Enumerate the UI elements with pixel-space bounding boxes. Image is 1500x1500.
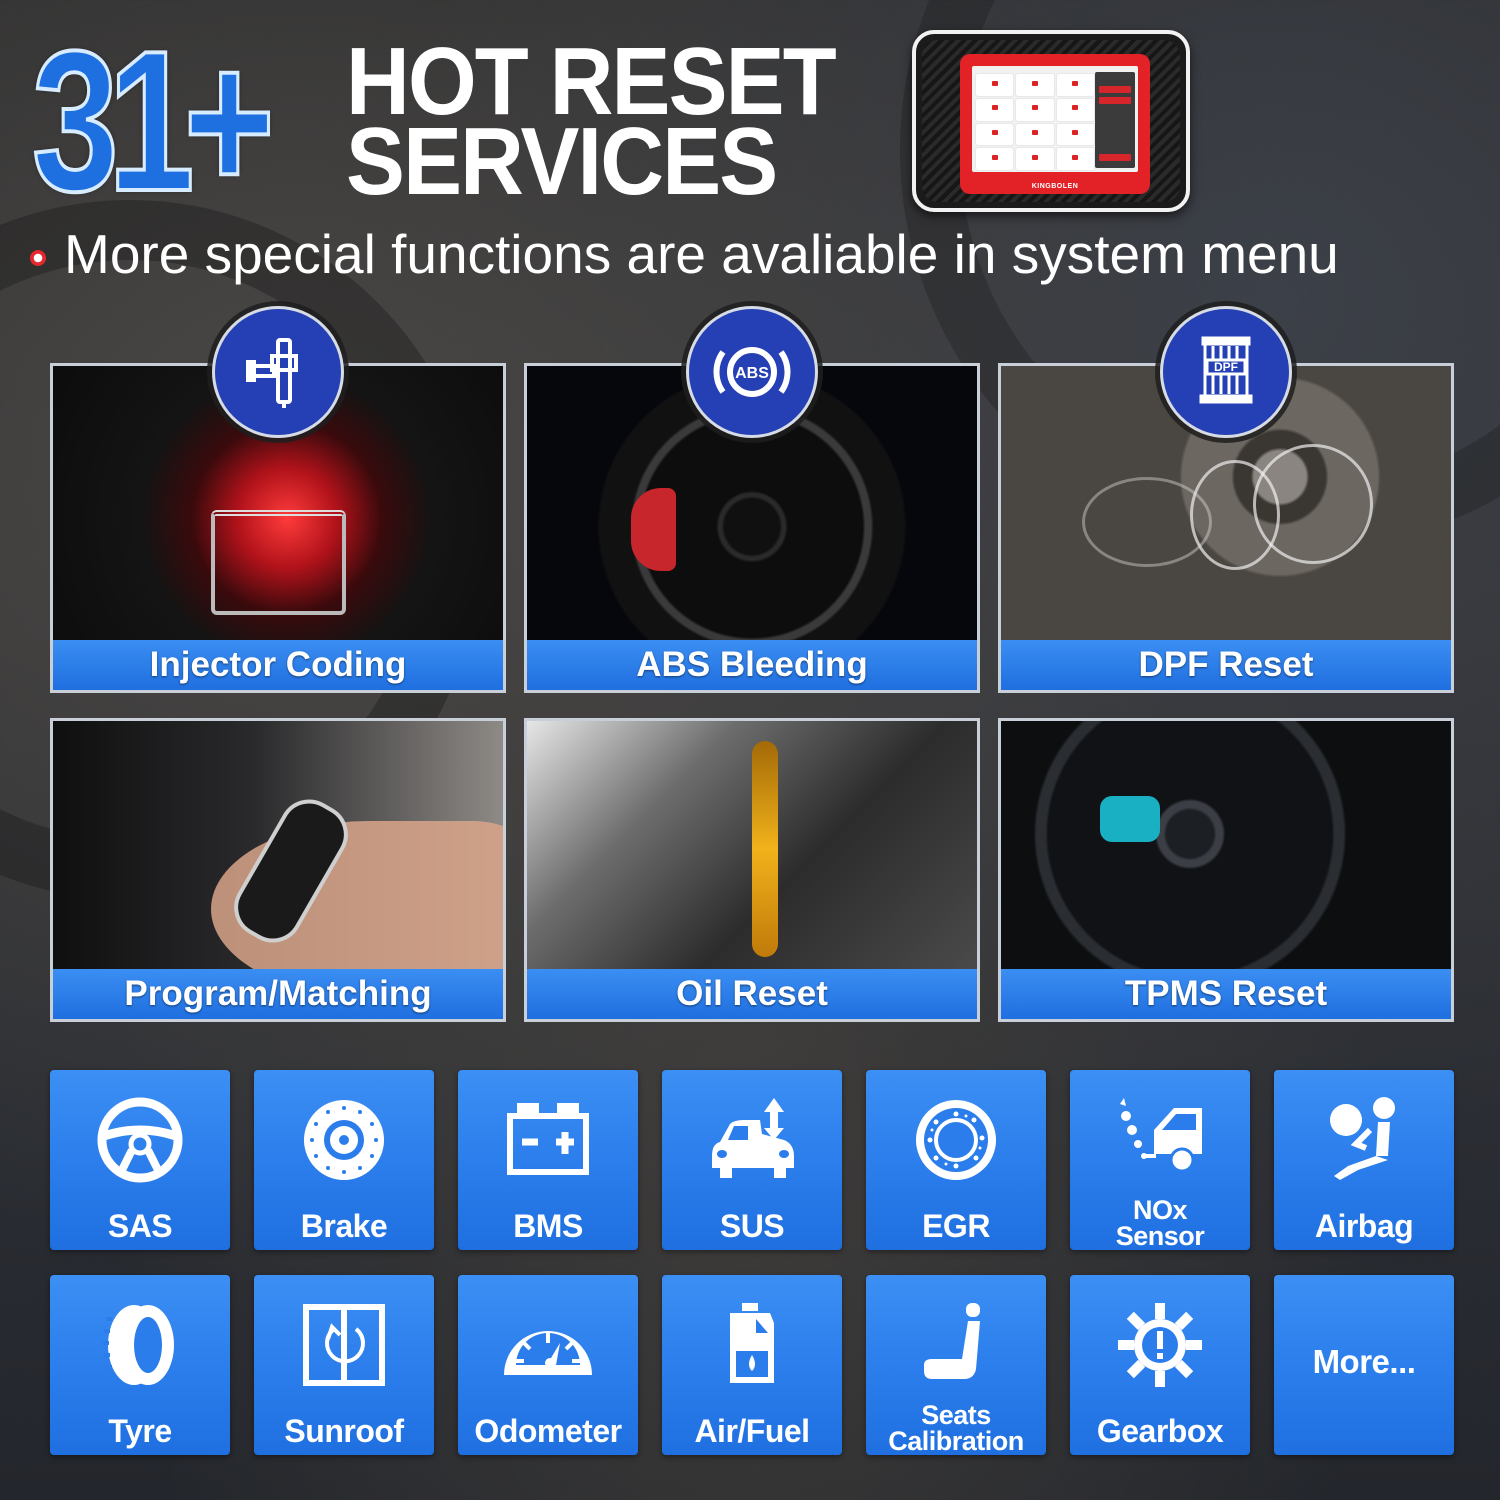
dpf-filter-icon: DPF [1160,306,1292,438]
function-tile-label: More... [1312,1343,1416,1380]
function-tile-sas[interactable]: SAS [50,1070,230,1250]
device-brand-label: KINGBOLEN [1031,183,1079,190]
function-tile-label-line-1: NOx [1132,1195,1188,1225]
function-tile-label: Odometer [474,1413,622,1449]
device-side-button [1099,97,1131,104]
tyre-icon [92,1297,188,1393]
feature-card-label: Program/Matching [53,969,503,1019]
function-tile-label: SUS [719,1208,785,1244]
function-tile-tyre[interactable]: Tyre [50,1275,230,1455]
subtitle: More special functions are avaliable in … [30,222,1339,286]
device-screen [972,66,1138,172]
feature-card-tpms-reset: TPMS Reset [998,718,1454,1022]
device-screen-tile [1056,148,1094,170]
device-side-button [1099,86,1131,93]
airbag-icon [1316,1092,1412,1188]
subtitle-text: More special functions are avaliable in … [64,223,1339,285]
car-suspension-icon [704,1092,800,1188]
function-tile-sus[interactable]: SUS [662,1070,842,1250]
function-tile-more[interactable]: More... [1274,1275,1454,1455]
device-screen-tile [976,98,1014,121]
abs-icon: ABS [686,306,818,438]
function-tile-label: Air/Fuel [694,1413,810,1449]
function-tile-odometer[interactable]: Odometer [458,1275,638,1455]
steering-wheel-icon [92,1092,188,1188]
brake-disc-icon [296,1092,392,1188]
services-count: 31+ [30,10,276,233]
fuel-injector-icon [212,306,344,438]
program-matching-photo [53,721,503,972]
function-tile-air-fuel[interactable]: Air/Fuel [662,1275,842,1455]
device-screen-tile [1056,98,1094,121]
gear-warning-icon [1112,1297,1208,1393]
feature-card-label: DPF Reset [1001,640,1451,690]
function-tile-seats-calibration[interactable]: Seats Calibration [866,1275,1046,1455]
function-tile-label: Tyre [108,1413,172,1449]
function-tile-label-line-2: Sensor [1115,1220,1205,1251]
device-screen-tile [976,148,1014,170]
function-tile-label: SAS [107,1208,173,1244]
feature-card-abs-bleeding: ABS ABS Bleeding [524,306,980,693]
headline-line-2: SERVICES [346,108,778,215]
function-tile-label: Gearbox [1096,1413,1224,1449]
egr-ring-icon [908,1092,1004,1188]
scan-tool-device-image: KINGBOLEN [912,30,1190,212]
feature-card-label: ABS Bleeding [527,640,977,690]
odometer-gauge-icon [500,1297,596,1393]
function-tile-airbag[interactable]: Airbag [1274,1070,1454,1250]
feature-card-program-matching: Program/Matching [50,718,506,1022]
function-tile-egr[interactable]: EGR [866,1070,1046,1250]
device-screen-tile [1016,123,1054,146]
function-tile-sunroof[interactable]: Sunroof [254,1275,434,1455]
function-tile-label: BMS [513,1208,583,1244]
exhaust-emission-car-icon [1112,1092,1208,1188]
device-screen-tile [976,123,1014,146]
feature-card-injector-coding: Injector Coding [50,306,506,693]
svg-text:DPF: DPF [1214,360,1238,374]
device-screen-tile [976,74,1014,96]
device-screen-tile [1056,74,1094,96]
feature-card-dpf-reset: DPF DPF Reset [998,306,1454,693]
device-screen-side-panel [1095,72,1135,168]
device-red-bumper: KINGBOLEN [960,54,1150,194]
feature-card-label: Oil Reset [527,969,977,1019]
function-tile-label: NOx Sensor [1115,1195,1205,1251]
feature-card-label: TPMS Reset [1001,969,1451,1019]
oil-reset-photo [527,721,977,972]
seat-icon [908,1297,1004,1393]
function-tile-brake[interactable]: Brake [254,1070,434,1250]
function-tile-gearbox[interactable]: Gearbox [1070,1275,1250,1455]
function-tile-label-line-1: Seats [921,1400,991,1430]
device-back-button [1099,154,1131,161]
feature-card-label: Injector Coding [53,640,503,690]
device-screen-tile [1016,148,1054,170]
device-screen-grid [976,74,1094,170]
function-tile-label-line-2: Calibration [888,1425,1024,1456]
function-tile-nox-sensor[interactable]: NOx Sensor [1070,1070,1250,1250]
device-screen-tile [1016,74,1054,96]
function-tile-bms[interactable]: BMS [458,1070,638,1250]
function-tile-label: EGR [922,1208,990,1244]
fuel-canister-icon [704,1297,800,1393]
svg-text:ABS: ABS [735,365,769,382]
feature-card-oil-reset: Oil Reset [524,718,980,1022]
battery-icon [500,1092,596,1188]
function-tile-label: Seats Calibration [888,1400,1024,1456]
sunroof-icon [296,1297,392,1393]
bullet-dot-icon [30,250,46,266]
device-screen-tile [1056,123,1094,146]
function-tile-label: Brake [300,1208,388,1244]
function-tile-label: Airbag [1314,1208,1414,1244]
function-tile-label: Sunroof [284,1413,404,1449]
tpms-reset-photo [1001,721,1451,972]
device-screen-tile [1016,98,1054,121]
